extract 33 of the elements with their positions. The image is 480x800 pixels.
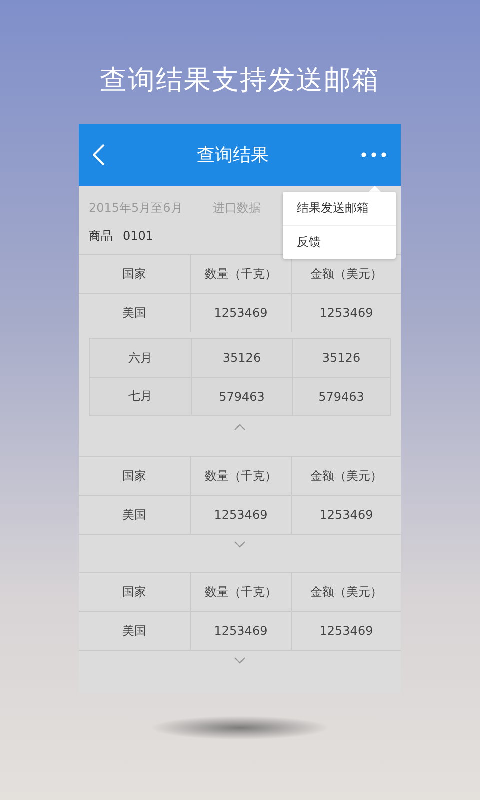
- column-header: 国家: [122, 468, 148, 484]
- column-header: 金额（美元）: [291, 457, 401, 495]
- chevron-down-icon[interactable]: [234, 657, 246, 664]
- headline: 查询结果支持发送邮箱: [100, 64, 380, 98]
- product-label: 商品: [89, 229, 113, 243]
- table-cell: 579463: [191, 378, 292, 415]
- table-cell: 1253469: [190, 496, 291, 534]
- product-code: 0101: [123, 229, 154, 243]
- table-cell: 1253469: [291, 612, 401, 650]
- table-cell: 1253469: [190, 612, 291, 650]
- data-type-text: 进口数据: [212, 200, 261, 217]
- column-header: 国家: [122, 584, 148, 600]
- table-cell-text: 美国: [122, 304, 148, 322]
- table-cell-text: 六月: [128, 350, 154, 366]
- menu-item[interactable]: 结果发送邮箱: [283, 192, 396, 225]
- table-cell: 1253469: [190, 294, 291, 332]
- chevron-down-icon[interactable]: [234, 541, 246, 548]
- table-cell-text: 七月: [128, 388, 154, 405]
- table-cell: 35126: [292, 339, 390, 377]
- table-cell-text: 美国: [122, 506, 148, 524]
- menu-item[interactable]: 反馈: [283, 225, 396, 259]
- chevron-up-icon[interactable]: [234, 424, 246, 431]
- table-cell: 1253469: [291, 496, 401, 534]
- column-header: 数量（千克）: [190, 457, 291, 495]
- period-text: 2015年5月至6月: [89, 200, 183, 217]
- table-cell: 1253469: [291, 294, 401, 332]
- header-title: 查询结果: [197, 144, 269, 167]
- column-header: 数量（千克）: [190, 573, 291, 611]
- column-header: 国家: [122, 266, 148, 282]
- table-cell: 35126: [191, 339, 292, 377]
- table-cell-text: 美国: [122, 622, 148, 640]
- table-cell: 579463: [292, 378, 390, 415]
- column-header: 金额（美元）: [291, 573, 401, 611]
